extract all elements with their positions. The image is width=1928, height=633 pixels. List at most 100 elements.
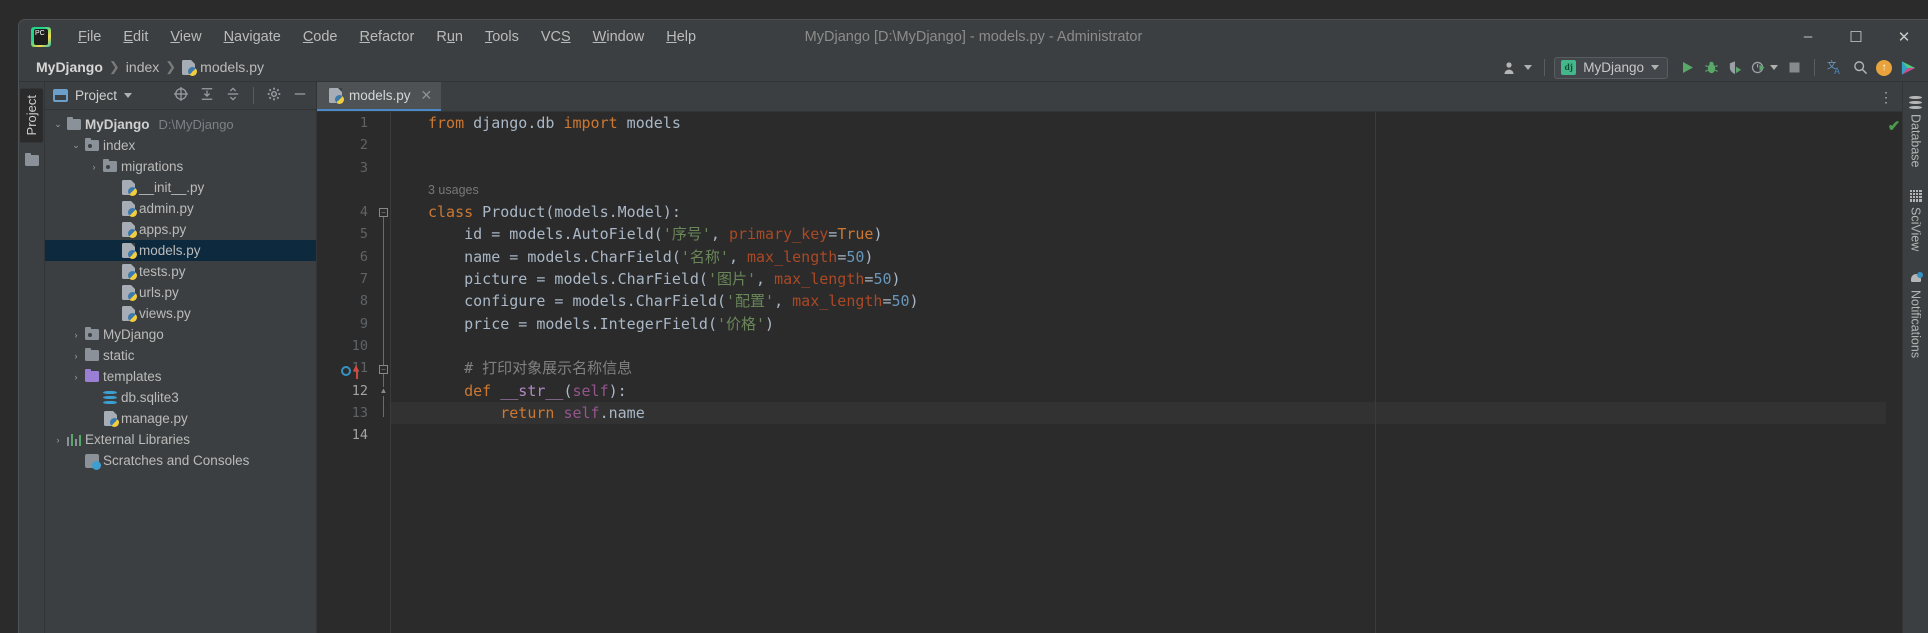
- tree-row-mydjango[interactable]: ⌄ MyDjango D:\MyDjango: [45, 114, 316, 135]
- python-file-icon: [119, 285, 137, 301]
- tree-label: index: [103, 138, 136, 153]
- project-tool-window: Project ⌄ MyDjango D:\MyDjango ⌄ index ›…: [45, 82, 317, 633]
- breadcrumb-project[interactable]: MyDjango: [31, 57, 108, 77]
- tree-label: db.sqlite3: [121, 390, 179, 405]
- scratch-icon: [83, 453, 101, 470]
- tree-label: templates: [103, 369, 162, 384]
- tree-label: manage.py: [121, 411, 188, 426]
- menu-navigate[interactable]: Navigate: [213, 25, 292, 49]
- tree-row-static[interactable]: › static: [45, 345, 316, 366]
- close-button[interactable]: ✕: [1880, 20, 1928, 53]
- hide-pane-button[interactable]: [290, 85, 310, 106]
- profile-button[interactable]: [1748, 57, 1781, 79]
- run-configuration-selector[interactable]: dj MyDjango: [1554, 56, 1668, 79]
- tree-row-templates[interactable]: › templates: [45, 366, 316, 387]
- tree-expander[interactable]: ›: [69, 372, 83, 382]
- breadcrumb-index[interactable]: index: [121, 57, 164, 77]
- stop-button[interactable]: [1783, 57, 1805, 79]
- project-icon: [53, 89, 68, 102]
- override-method-marker[interactable]: [341, 365, 363, 379]
- tree-row-urls-py[interactable]: urls.py: [45, 282, 316, 303]
- menu-help[interactable]: Help: [655, 25, 707, 49]
- sidebar-item-database[interactable]: Database: [1909, 90, 1923, 182]
- tree-row-index[interactable]: ⌄ index: [45, 135, 316, 156]
- tab-models-py[interactable]: models.py ✕: [317, 82, 442, 111]
- fold-method-marker[interactable]: −: [379, 365, 388, 374]
- menu-vcs[interactable]: VCS: [530, 25, 582, 49]
- chevron-down-icon[interactable]: [124, 93, 133, 98]
- tree-label: models.py: [139, 243, 201, 258]
- translate-button[interactable]: 文 A: [1824, 57, 1847, 79]
- maximize-button[interactable]: ☐: [1832, 20, 1880, 53]
- expand-all-button[interactable]: [197, 85, 217, 106]
- plugin-button[interactable]: [1897, 57, 1920, 79]
- tree-expander[interactable]: ›: [69, 330, 83, 340]
- fold-class-marker[interactable]: −: [379, 208, 388, 217]
- python-file-icon: [119, 243, 137, 259]
- usages-inlay-hint[interactable]: 3 usages: [390, 179, 1886, 201]
- sidebar-item-sciview[interactable]: SciView: [1909, 184, 1923, 265]
- tree-row-manage-py[interactable]: manage.py: [45, 408, 316, 429]
- svg-text:A: A: [1834, 66, 1840, 76]
- menu-window[interactable]: Window: [582, 25, 656, 49]
- tree-project-path: D:\MyDjango: [158, 117, 234, 132]
- code-content[interactable]: from django.db import models 3 usages cl…: [390, 112, 1886, 633]
- close-icon[interactable]: ✕: [421, 87, 433, 104]
- project-pane-title-group: Project: [53, 88, 165, 103]
- menu-run[interactable]: Run: [425, 25, 474, 49]
- tree-row-models-py[interactable]: models.py: [45, 240, 316, 261]
- structure-folder-icon[interactable]: [24, 152, 39, 169]
- breadcrumb-models-py[interactable]: models.py: [177, 57, 269, 77]
- right-tool-window-bar: Database SciView Notifications: [1902, 82, 1928, 633]
- menu-refactor[interactable]: Refactor: [349, 25, 426, 49]
- tree-row-views-py[interactable]: views.py: [45, 303, 316, 324]
- editor-gutter[interactable]: 1 2 3 4 5 6 7 8 9 10 11 12 13 14: [317, 112, 377, 633]
- update-project-button[interactable]: ↑: [1873, 57, 1895, 79]
- tree-expander[interactable]: ›: [51, 435, 65, 445]
- search-everywhere-button[interactable]: [1849, 57, 1871, 79]
- menu-view[interactable]: View: [159, 25, 212, 49]
- minimize-button[interactable]: –: [1784, 20, 1832, 53]
- select-opened-file-button[interactable]: [171, 85, 191, 106]
- debug-button[interactable]: [1700, 57, 1722, 79]
- collapse-all-button[interactable]: [223, 85, 243, 106]
- tree-expander[interactable]: ⌄: [51, 119, 65, 130]
- tree-row-apps-py[interactable]: apps.py: [45, 219, 316, 240]
- tree-row-scratches-and-consoles[interactable]: Scratches and Consoles: [45, 450, 316, 471]
- breadcrumb-separator-1: ❯: [108, 59, 120, 74]
- tree-row-mydjango-module[interactable]: › MyDjango: [45, 324, 316, 345]
- tree-expander[interactable]: ›: [87, 162, 101, 172]
- tree-expander[interactable]: ⌄: [69, 140, 83, 151]
- bell-icon: [1910, 271, 1923, 285]
- tree-row-admin-py[interactable]: admin.py: [45, 198, 316, 219]
- menu-file[interactable]: File: [67, 25, 112, 49]
- tree-label: __init__.py: [139, 180, 205, 195]
- menu-code[interactable]: Code: [292, 25, 349, 49]
- editor-options-icon[interactable]: ⋮: [1879, 82, 1893, 112]
- tree-row-init-py[interactable]: __init__.py: [45, 177, 316, 198]
- tree-label: MyDjango: [103, 327, 164, 342]
- tree-row-external-libraries[interactable]: › External Libraries: [45, 429, 316, 450]
- tree-row-db-sqlite3[interactable]: db.sqlite3: [45, 387, 316, 408]
- tree-label: Scratches and Consoles: [103, 453, 250, 468]
- tree-expander[interactable]: ›: [69, 351, 83, 361]
- line-number: 12: [351, 382, 368, 399]
- sidebar-item-notifications[interactable]: Notifications: [1909, 267, 1923, 372]
- gear-icon[interactable]: [264, 85, 284, 106]
- run-button[interactable]: [1676, 57, 1698, 79]
- module-folder-icon: [83, 326, 101, 340]
- line-number: 9: [359, 315, 368, 332]
- user-profile-icon[interactable]: [1501, 57, 1535, 79]
- sidebar-item-label: Notifications: [1908, 289, 1923, 358]
- tree-row-tests-py[interactable]: tests.py: [45, 261, 316, 282]
- breadcrumb-models-label: models.py: [200, 59, 264, 75]
- menu-edit[interactable]: Edit: [112, 25, 159, 49]
- inspection-result-strip[interactable]: ✔: [1886, 112, 1902, 633]
- tree-row-migrations[interactable]: › migrations: [45, 156, 316, 177]
- sidebar-item-project[interactable]: Project: [20, 88, 43, 143]
- editor-fold-column[interactable]: − − ▲: [377, 112, 390, 633]
- toolbar-divider-1: [1544, 59, 1546, 76]
- code-editor[interactable]: 1 2 3 4 5 6 7 8 9 10 11 12 13 14 − − ▲ f…: [317, 112, 1902, 633]
- run-with-coverage-button[interactable]: [1724, 57, 1746, 79]
- menu-tools[interactable]: Tools: [474, 25, 530, 49]
